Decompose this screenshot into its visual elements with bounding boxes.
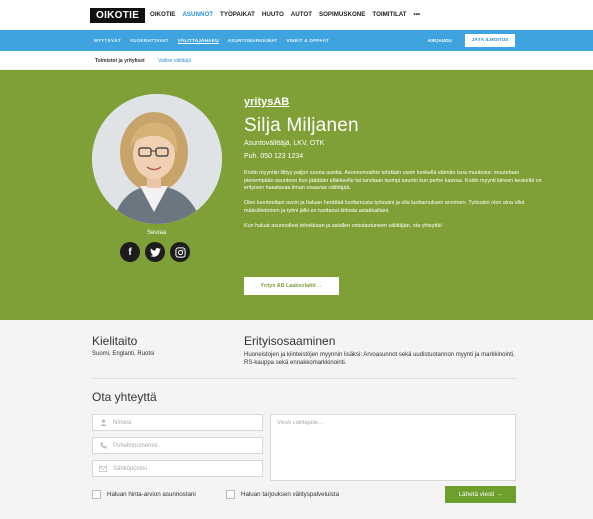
top-bar: OIKOTIE OIKOTIE ASUNNOT TYÖPAIKAT HUUTO …: [0, 0, 593, 30]
checkbox-box[interactable]: [226, 490, 235, 499]
office-link-button[interactable]: Yritys AB Laaksolahti →: [244, 277, 339, 295]
checkbox-label: Haluan hinta-arvion asunnostani: [107, 491, 196, 498]
breadcrumb-choose-agent[interactable]: Valitse välittäjä: [158, 58, 191, 64]
phone-icon: [99, 442, 107, 450]
languages-value: Suomi, Englanti, Ruotsi: [92, 351, 155, 357]
details-section: Kielitaito Suomi, Englanti, Ruotsi Erity…: [0, 320, 593, 519]
sub-nav-bar: MYYTÄVÄT VUOKRATTAVAT VÄLITTÄJÄHAKU ASUN…: [0, 30, 593, 51]
languages-heading: Kielitaito: [92, 334, 138, 348]
bio-paragraph: Kun haluat asunnollesi tehokkaan ja asia…: [244, 223, 443, 230]
brokerage-offer-checkbox[interactable]: Haluan tarjouksen välityspalveluista: [226, 490, 339, 499]
subnav-valittajahaku[interactable]: VÄLITTÄJÄHAKU: [178, 38, 219, 43]
facebook-icon[interactable]: f: [120, 242, 140, 262]
phone-placeholder: Puhelinnumerosi: [113, 442, 158, 449]
specialties-value: Huoneistojen ja kiinteistöjen myynnin li…: [244, 352, 515, 367]
subnav-asuntomarkkinat[interactable]: ASUNTOMARKKINAT: [228, 38, 278, 43]
send-message-button[interactable]: Lähetä viesti →: [445, 486, 516, 503]
agent-photo: [92, 94, 222, 224]
agent-bio: Kodin myyntiin liittyy paljon suuria asi…: [244, 170, 549, 238]
nav-more-icon[interactable]: •••: [414, 11, 421, 18]
post-ad-button[interactable]: JÄTÄ ILMOITUS: [465, 34, 515, 47]
name-field[interactable]: Nimesi: [92, 414, 263, 431]
specialties-heading: Erityisosaaminen: [244, 334, 336, 348]
login-link[interactable]: KIRJAUDU: [428, 38, 452, 43]
company-link[interactable]: yritysAB: [244, 96, 289, 108]
bio-paragraph: Kodin myyntiin liittyy paljon suuria asi…: [244, 170, 542, 192]
instagram-icon[interactable]: [170, 242, 190, 262]
nav-oikotie[interactable]: OIKOTIE: [150, 11, 175, 18]
price-estimate-checkbox[interactable]: Haluan hinta-arvion asunnostani: [92, 490, 196, 499]
nav-sopimuskone[interactable]: SOPIMUSKONE: [319, 11, 365, 18]
oikotie-logo[interactable]: OIKOTIE: [90, 8, 146, 23]
social-links: f: [120, 242, 190, 262]
twitter-icon[interactable]: [145, 242, 165, 262]
nav-tyopaikat[interactable]: TYÖPAIKAT: [220, 11, 255, 18]
nav-toimitilat[interactable]: TOIMITILAT: [372, 11, 406, 18]
nav-asunnot[interactable]: ASUNNOT: [182, 11, 213, 18]
agent-name: Silja Miljanen: [244, 115, 359, 136]
bio-paragraph: Olen luonteeltani avoin ja haluan herätt…: [244, 200, 525, 214]
breadcrumb: Toimistot ja yritykset Valitse välittäjä: [0, 51, 593, 70]
contact-heading: Ota yhteyttä: [92, 390, 157, 404]
phone-field[interactable]: Puhelinnumerosi: [92, 437, 263, 454]
email-placeholder: Sähköpostisi: [113, 465, 148, 472]
message-placeholder: Viesti välittäjälle...: [277, 420, 323, 426]
main-nav: OIKOTIE ASUNNOT TYÖPAIKAT HUUTO AUTOT SO…: [150, 11, 420, 18]
subnav-vuokrattavat[interactable]: VUOKRATTAVAT: [130, 38, 169, 43]
follow-label: Seuraa: [147, 230, 167, 236]
divider: [92, 378, 517, 379]
email-field[interactable]: Sähköpostisi: [92, 460, 263, 477]
agent-title: Asuntovälittäjä, LKV, OTK: [244, 140, 325, 147]
nav-autot[interactable]: AUTOT: [291, 11, 312, 18]
subnav-myytavat[interactable]: MYYTÄVÄT: [94, 38, 121, 43]
name-placeholder: Nimesi: [113, 419, 132, 426]
agent-phone: Puh. 050 123 1234: [244, 153, 304, 160]
checkbox-label: Haluan tarjouksen välityspalveluista: [241, 491, 340, 498]
sub-nav: MYYTÄVÄT VUOKRATTAVAT VÄLITTÄJÄHAKU ASUN…: [94, 38, 329, 43]
nav-huuto[interactable]: HUUTO: [262, 11, 284, 18]
user-icon: [99, 419, 107, 427]
envelope-icon: [99, 465, 107, 473]
subnav-vinkit[interactable]: VINKIT & OPPAAT: [287, 38, 329, 43]
message-textarea[interactable]: Viesti välittäjälle...: [270, 414, 516, 481]
checkbox-box[interactable]: [92, 490, 101, 499]
agent-profile-hero: Seuraa f yritysAB Silja Miljanen Asuntov…: [0, 70, 593, 320]
breadcrumb-offices[interactable]: Toimistot ja yritykset: [95, 58, 145, 64]
